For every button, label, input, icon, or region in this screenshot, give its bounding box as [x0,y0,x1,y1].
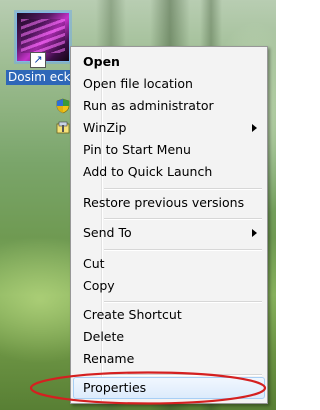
menu-item-delete[interactable]: Delete [73,326,265,348]
menu-item-create-shortcut[interactable]: Create Shortcut [73,304,265,326]
menu-separator [104,218,262,220]
menu-item-run-as-administrator[interactable]: Run as administrator [56,95,265,117]
desktop-icon-label: Dosim eckT [6,70,80,85]
menu-item-cut[interactable]: Cut [73,253,265,275]
submenu-arrow-icon [252,229,257,237]
menu-item-winzip[interactable]: WinZip [56,117,265,139]
red-highlight-ellipse [29,371,267,405]
menu-item-rename[interactable]: Rename [73,348,265,370]
menu-item-open-file-location[interactable]: Open file location [73,73,265,95]
menu-item-send-to[interactable]: Send To [73,222,265,244]
menu-separator [104,301,262,303]
menu-separator [104,249,262,251]
menu-item-open[interactable]: Open [73,51,265,73]
menu-item-restore-previous-versions[interactable]: Restore previous versions [73,192,265,214]
uac-shield-icon [55,98,71,114]
menu-item-add-to-quick-launch[interactable]: Add to Quick Launch [73,161,265,183]
menu-item-pin-to-start-menu[interactable]: Pin to Start Menu [73,139,265,161]
shortcut-arrow-icon: ↗ [30,52,46,68]
context-menu: Open Open file location Run as administr… [56,46,268,404]
winzip-icon [55,120,71,136]
desktop-shortcut[interactable]: ↗ Dosim eckT [6,8,80,96]
submenu-arrow-icon [252,124,257,132]
menu-item-copy[interactable]: Copy [73,275,265,297]
menu-separator [104,188,262,190]
